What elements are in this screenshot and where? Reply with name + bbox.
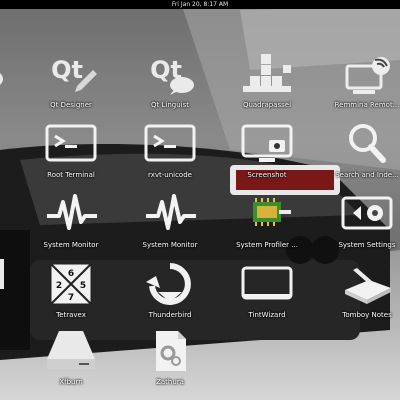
- app-label: Remmina Remot...: [334, 101, 400, 109]
- app-screenshot[interactable]: Screenshot: [217, 122, 317, 190]
- app-system-monitor[interactable]: System Monitor: [21, 192, 121, 260]
- app-tomboy-notes[interactable]: Tomboy Notes: [317, 262, 400, 330]
- terminal-icon: [144, 124, 196, 162]
- qt-designer-icon: Qt: [51, 56, 97, 92]
- app-label: Zathura: [156, 378, 184, 386]
- app-xfburn[interactable]: Xfburn: [21, 329, 121, 397]
- app-search-and-index[interactable]: Search and Inde...: [317, 122, 400, 190]
- system-monitor-icon: [47, 194, 97, 230]
- app-thunderbird[interactable]: Thunderbird: [120, 262, 220, 330]
- app-label: Xfburn: [59, 378, 83, 386]
- app-qt-linguist[interactable]: Qt Qt Linguist: [120, 52, 220, 120]
- panel-clock[interactable]: Fri Jan 20, 8:17 AM: [0, 0, 400, 9]
- app-label: Tomboy Notes: [342, 311, 392, 319]
- app-tetravex[interactable]: 6 2 5 7 Tetravex: [21, 262, 121, 330]
- system-profiler-icon: [253, 198, 291, 226]
- terminal-icon: [45, 124, 97, 162]
- tetravex-digit-right: 5: [80, 281, 86, 291]
- app-system-profiler[interactable]: System Profiler ...: [217, 192, 317, 260]
- app-label: rxvt-unicode: [148, 171, 192, 179]
- tetravex-digit-bottom: 7: [68, 293, 74, 303]
- app-root-terminal[interactable]: Root Terminal: [21, 122, 121, 190]
- partial-icon-left: [0, 259, 4, 289]
- top-panel: Fri Jan 20, 8:17 AM: [0, 0, 400, 9]
- xfburn-icon: [47, 331, 95, 369]
- search-icon: [349, 124, 386, 163]
- app-remmina[interactable]: Remmina Remot...: [317, 52, 400, 120]
- tetravex-digit-left: 2: [56, 281, 62, 291]
- system-settings-icon: [341, 196, 393, 230]
- thunderbird-icon: [146, 263, 191, 305]
- app-label: Quadrapassel: [242, 101, 292, 109]
- app-label: Screenshot: [247, 171, 287, 179]
- app-label: TintWizard: [248, 311, 286, 319]
- zathura-icon: [156, 331, 186, 371]
- app-label: Search and Inde...: [335, 171, 399, 179]
- svg-text:Qt: Qt: [51, 56, 83, 84]
- app-label: Qt Designer: [50, 101, 92, 109]
- tomboy-notes-icon: [345, 268, 391, 304]
- system-monitor-icon: [146, 194, 196, 230]
- tetravex-icon: 6 2 5 7: [50, 263, 92, 305]
- app-qt-designer[interactable]: Qt Qt Designer: [21, 52, 121, 120]
- app-system-settings[interactable]: System Settings: [317, 192, 400, 260]
- app-label: Qt Linguist: [151, 101, 189, 109]
- screenshot-icon: [241, 124, 293, 162]
- app-label: Root Terminal: [47, 171, 95, 179]
- app-label: System Profiler ...: [236, 241, 298, 249]
- app-system-monitor-2[interactable]: System Monitor: [120, 192, 220, 260]
- app-label: System Monitor: [43, 241, 99, 249]
- app-launcher-grid: Qt Qt Designer Qt Qt Linguist Quadrapass…: [0, 9, 400, 400]
- app-label: System Settings: [338, 241, 396, 249]
- partial-icon-left: [0, 73, 3, 85]
- app-label: Thunderbird: [148, 311, 192, 319]
- quadrapassel-icon: [243, 54, 291, 92]
- tintwizard-icon: [241, 266, 293, 300]
- qt-linguist-icon: Qt: [150, 56, 194, 95]
- app-zathura[interactable]: Zathura: [120, 329, 220, 397]
- app-rxvt-unicode[interactable]: rxvt-unicode: [120, 122, 220, 190]
- app-label: System Monitor: [142, 241, 198, 249]
- app-label: Tetravex: [56, 311, 86, 319]
- remote-desktop-icon: [345, 57, 390, 94]
- tetravex-digit-top: 6: [68, 269, 74, 279]
- app-quadrapassel[interactable]: Quadrapassel: [217, 52, 317, 120]
- app-tintwizard[interactable]: TintWizard: [217, 262, 317, 330]
